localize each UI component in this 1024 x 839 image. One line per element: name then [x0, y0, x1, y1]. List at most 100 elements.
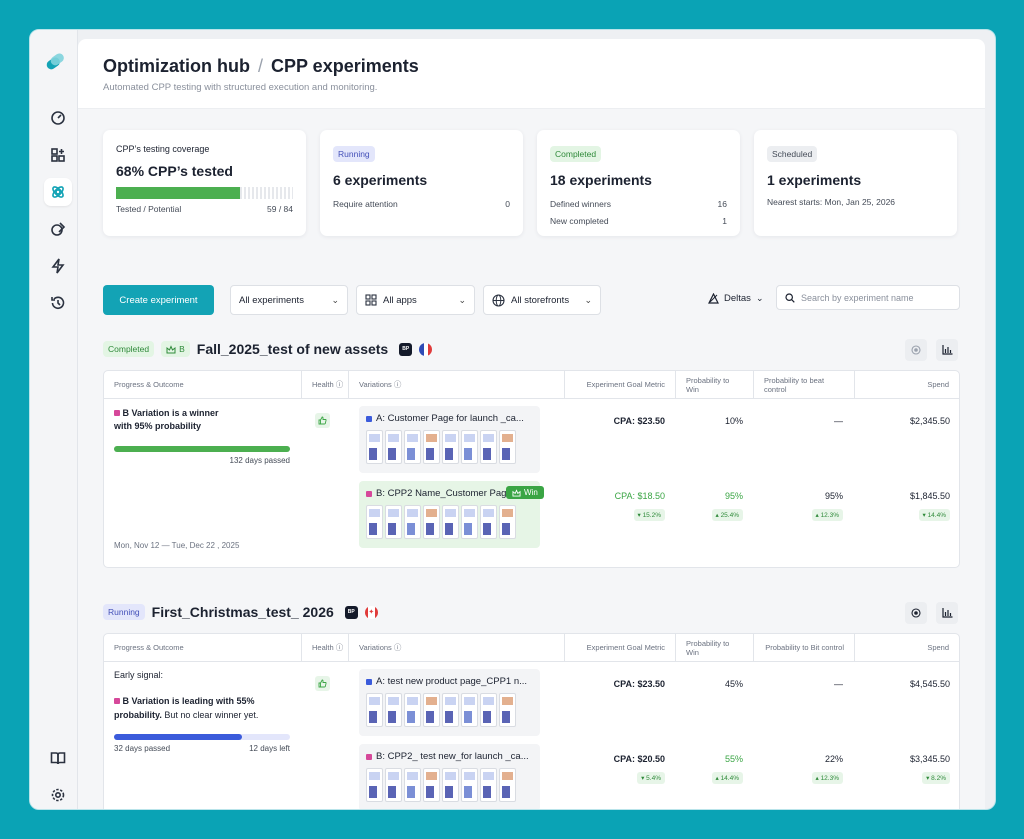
deltas-toggle[interactable]: Deltas ⌄	[708, 293, 763, 304]
outcome-text: B Variation is leading with 55% probabil…	[114, 694, 294, 722]
outcome-bold-2: probability.	[114, 710, 162, 720]
variation-card[interactable]: A: Customer Page for launch _ca...	[359, 406, 540, 473]
experiment-dates: Mon, Nov 12 — Tue, Dec 22 , 2025	[114, 541, 240, 550]
scheduled-note-text: Nearest starts: Mon, Jan 25, 2026	[767, 197, 896, 207]
spend-delta-wrap: ▾ 8.2%	[854, 772, 950, 784]
experiments-icon[interactable]	[44, 178, 72, 206]
goal-metric-delta: ▾ 5.4%	[637, 772, 665, 784]
days-passed: 132 days passed	[229, 456, 291, 465]
chevron-down-icon: ⌄	[755, 293, 764, 303]
variation-title: B: CPP2_ test new_for launch _ca...	[366, 751, 533, 762]
goal-metric-delta: ▾ 15.2%	[633, 509, 665, 521]
app-icon: BP	[399, 342, 413, 356]
apps-filter-label: All apps	[383, 294, 417, 306]
coverage-card: CPP’s testing coverage 68% CPP’s tested …	[103, 130, 306, 236]
experiment-progress	[114, 446, 290, 452]
prob-beat-delta-wrap: ▴ 12.3%	[754, 772, 843, 784]
screenshot-thumb	[366, 693, 383, 727]
completed-value: 18 experiments	[550, 172, 652, 188]
variation-label: B: CPP2_ test new_for launch _ca...	[376, 751, 529, 762]
spend-delta: ▾ 14.4%	[918, 509, 950, 521]
chart-button[interactable]	[936, 602, 958, 624]
variation-title: A: test new product page_CPP1 n...	[366, 676, 533, 687]
completed-row1-value: 16	[717, 199, 727, 209]
col-variations-label: Variations	[359, 380, 392, 389]
apps-icon[interactable]	[44, 141, 72, 169]
bolt-icon[interactable]	[44, 252, 72, 280]
prob-win: 95%	[724, 491, 743, 501]
book-icon[interactable]	[44, 744, 72, 772]
create-experiment-button[interactable]: Create experiment	[103, 285, 214, 315]
coverage-bar-fill	[116, 187, 240, 199]
screenshot-thumb	[423, 693, 440, 727]
completed-row1-label: Defined winners	[550, 199, 611, 209]
variation-card[interactable]: A: test new product page_CPP1 n...	[359, 669, 540, 736]
variation-card[interactable]: B: CPP2_ test new_for launch _ca...	[359, 744, 540, 809]
spend: $1,845.50	[909, 491, 950, 501]
chart-button[interactable]	[936, 339, 958, 361]
outcome-line-1: B Variation is leading with 55%	[122, 696, 255, 706]
status-badge: Completed	[103, 341, 155, 357]
info-icon[interactable]: ⓘ	[394, 379, 402, 390]
edit-icon[interactable]	[44, 215, 72, 243]
early-signal-label: Early signal:	[114, 670, 164, 680]
health-good-icon	[315, 413, 330, 428]
col-spend: Spend	[927, 380, 949, 389]
info-icon[interactable]: ⓘ	[336, 379, 344, 390]
stop-button[interactable]	[905, 339, 927, 361]
chevron-down-icon: ⌄	[458, 294, 466, 305]
win-badge: Win	[506, 486, 544, 499]
goal-metric-delta-wrap: ▾ 15.2%	[565, 509, 665, 521]
screenshot-thumb	[404, 768, 421, 802]
spend: $3,345.50	[909, 754, 950, 764]
search-input[interactable]: Search by experiment name	[776, 285, 960, 310]
outcome-line-1: B Variation is a winner	[122, 408, 219, 418]
breadcrumb-root[interactable]: Optimization hub	[103, 56, 250, 77]
coverage-footer: Tested / Potential 59 / 84	[116, 204, 293, 214]
experiment-name[interactable]: Fall_2025_test of new assets	[197, 341, 388, 357]
info-icon[interactable]: ⓘ	[336, 642, 344, 653]
settings-icon[interactable]	[44, 781, 72, 809]
experiment-table: Progress & Outcome Health ⓘ Variations ⓘ…	[103, 370, 960, 568]
prob-beat: 22%	[824, 754, 843, 764]
screenshot-thumb	[385, 768, 402, 802]
record-icon	[911, 608, 921, 618]
app-window: Optimization hub / CPP experiments Autom…	[29, 29, 996, 810]
scheduled-value: 1 experiments	[767, 172, 862, 188]
running-row: Require attention 0	[333, 199, 510, 209]
screenshot-strip	[366, 505, 533, 539]
breadcrumb-separator: /	[257, 56, 263, 76]
screenshot-thumb	[423, 505, 440, 539]
apps-filter[interactable]: All apps ⌄	[356, 285, 475, 315]
col-health-label: Health	[312, 643, 334, 652]
screenshot-thumb	[385, 430, 402, 464]
history-icon[interactable]	[44, 289, 72, 317]
stop-button[interactable]	[905, 602, 927, 624]
screenshot-thumb	[480, 430, 497, 464]
variation-b-marker	[366, 490, 372, 497]
variation-title: A: Customer Page for launch _ca...	[366, 413, 533, 424]
experiments-filter[interactable]: All experiments ⌄	[230, 285, 348, 315]
prob-beat-delta: ▴ 12.3%	[811, 772, 843, 784]
variation-b-marker	[366, 753, 372, 760]
page-header: Optimization hub / CPP experiments Autom…	[78, 39, 985, 109]
running-value: 6 experiments	[333, 172, 428, 188]
canada-flag-icon: ✦	[364, 605, 378, 619]
screenshot-thumb	[461, 430, 478, 464]
variation-label: B: CPP2 Name_Customer Page fo	[376, 488, 523, 499]
scheduled-card[interactable]: Scheduled 1 experiments Nearest starts: …	[754, 130, 957, 236]
experiment-name[interactable]: First_Christmas_test_ 2026	[152, 604, 334, 620]
running-card[interactable]: Running 6 experiments Require attention …	[320, 130, 523, 236]
globe-icon	[492, 293, 505, 307]
logo-icon[interactable]	[44, 51, 66, 73]
screenshot-thumb	[385, 505, 402, 539]
col-health: Health ⓘ	[302, 371, 349, 398]
completed-card[interactable]: Completed 18 experiments Defined winners…	[537, 130, 740, 236]
storefronts-filter[interactable]: All storefronts ⌄	[483, 285, 601, 315]
app-icon: BP	[344, 605, 358, 619]
outcome-text: B Variation is a winner with 95% probabi…	[114, 407, 219, 433]
coverage-value: 68% CPP’s tested	[116, 163, 233, 179]
dashboard-icon[interactable]	[44, 104, 72, 132]
info-icon[interactable]: ⓘ	[394, 642, 402, 653]
toolbar: Create experiment All experiments ⌄ All …	[78, 285, 985, 315]
